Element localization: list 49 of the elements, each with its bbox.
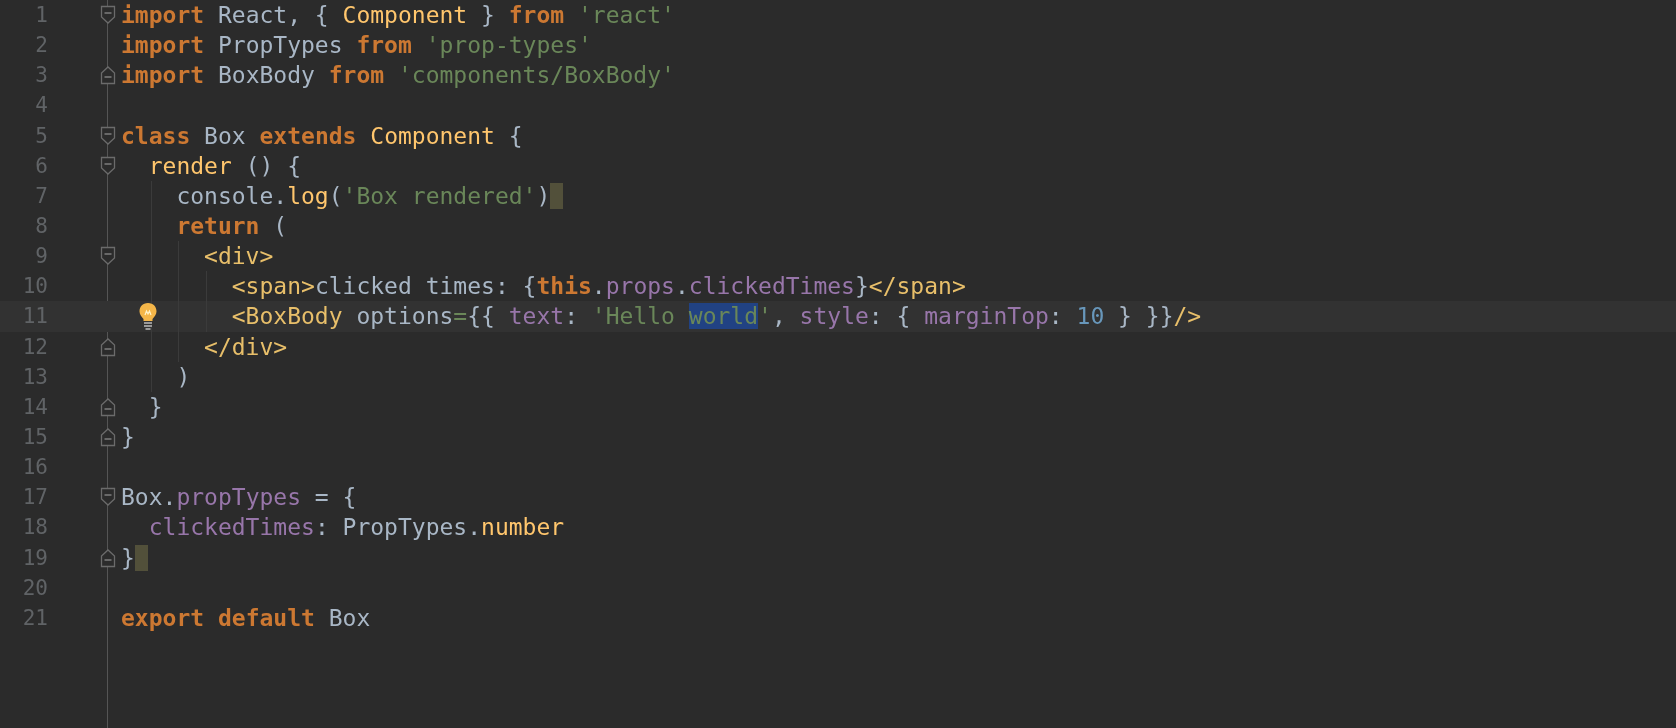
code-line: clickedTimes: PropTypes.number bbox=[147, 513, 565, 543]
line-number: 18 bbox=[21, 515, 48, 540]
line-number: 14 bbox=[21, 394, 48, 419]
line-number: 17 bbox=[21, 485, 48, 510]
code-line: <span>clicked times: {this.props.clickedTimes}</span> bbox=[230, 272, 966, 302]
fold-marker-icon[interactable] bbox=[100, 547, 116, 568]
code-line: Box.propTypes = { bbox=[121, 483, 357, 513]
line-number: 19 bbox=[21, 545, 48, 570]
code-line: } bbox=[147, 392, 163, 422]
fold-marker-icon[interactable] bbox=[100, 487, 116, 508]
line-number: 2 bbox=[34, 33, 48, 58]
code-line: return ( bbox=[175, 212, 288, 242]
code-line: <BoxBody options={{ text: 'Hello world', style: { marginTop: 10 } }}/> bbox=[230, 302, 1202, 332]
line-number: 15 bbox=[21, 425, 48, 450]
line-number: 1 bbox=[34, 3, 48, 28]
line-number: 7 bbox=[34, 183, 48, 208]
code-line: <div> bbox=[203, 242, 274, 272]
code-line: } bbox=[121, 543, 135, 573]
line-number: 3 bbox=[34, 63, 48, 88]
line-number: 10 bbox=[21, 274, 48, 299]
code-line: } bbox=[121, 423, 135, 453]
line-number: 16 bbox=[21, 455, 48, 480]
code-line: import React, { Component } from 'react' bbox=[121, 1, 675, 31]
line-number: 8 bbox=[34, 214, 48, 239]
code-line: </div> bbox=[203, 332, 288, 362]
code-line: console.log('Box rendered') bbox=[175, 181, 551, 211]
fold-marker-icon[interactable] bbox=[100, 65, 116, 86]
code-line: class Box extends Component { bbox=[121, 121, 523, 151]
fold-marker-icon[interactable] bbox=[100, 125, 116, 146]
line-number: 13 bbox=[21, 364, 48, 389]
fold-marker-icon[interactable] bbox=[100, 336, 116, 357]
line-number: 21 bbox=[21, 605, 48, 630]
fold-marker-icon[interactable] bbox=[100, 5, 116, 26]
code-line: import BoxBody from 'components/BoxBody' bbox=[121, 61, 675, 91]
fold-marker-icon[interactable] bbox=[100, 427, 116, 448]
line-number: 12 bbox=[21, 334, 48, 359]
fold-marker-icon[interactable] bbox=[100, 246, 116, 267]
fold-marker-icon[interactable] bbox=[100, 155, 116, 176]
code-line: ) bbox=[175, 362, 191, 392]
line-number: 20 bbox=[21, 575, 48, 600]
line-number: 5 bbox=[34, 123, 48, 148]
line-number: 6 bbox=[34, 153, 48, 178]
line-number: 4 bbox=[34, 93, 48, 118]
line-number: 9 bbox=[34, 244, 48, 269]
code-line: render () { bbox=[147, 151, 302, 181]
lightbulb-icon[interactable] bbox=[138, 302, 158, 331]
code-line: export default Box bbox=[121, 603, 371, 633]
fold-marker-icon[interactable] bbox=[100, 396, 116, 417]
code-line: import PropTypes from 'prop-types' bbox=[121, 31, 592, 61]
